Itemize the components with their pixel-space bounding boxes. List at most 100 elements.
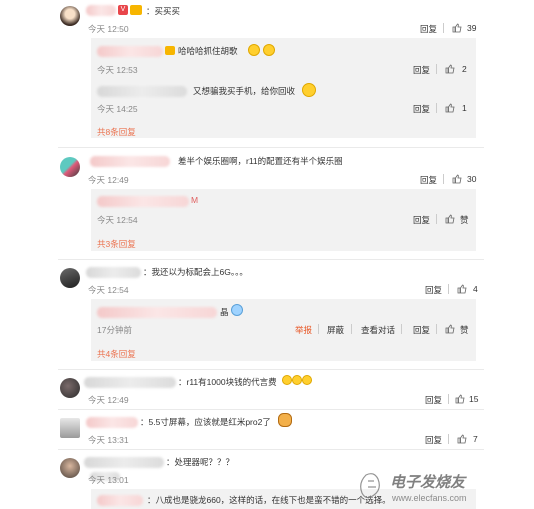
avatar[interactable]: [60, 268, 80, 288]
more-replies-link[interactable]: 共8条回复: [97, 126, 136, 138]
like-count: 39: [467, 23, 477, 33]
reply-button[interactable]: 回复: [413, 64, 430, 76]
comment-time: 今天 13:31: [88, 435, 129, 445]
username[interactable]: [86, 417, 138, 428]
like-count: 15: [469, 394, 479, 404]
watermark-title: 电子发烧友: [390, 474, 467, 491]
more-replies-link[interactable]: 共3条回复: [97, 238, 136, 250]
thumbs-up-icon[interactable]: [445, 214, 455, 224]
thumbs-up-icon[interactable]: [445, 324, 455, 334]
grin-emoji-icon: [282, 375, 292, 385]
reply-button[interactable]: 回复: [413, 103, 430, 115]
reply-button[interactable]: 回复: [413, 324, 430, 336]
report-button[interactable]: 举报: [295, 324, 312, 336]
comment-text: ：r11有1000块钱的代言费: [178, 377, 277, 387]
divider: [58, 369, 484, 370]
reply-text: M: [191, 195, 199, 205]
like-count: 4: [473, 284, 478, 294]
thumbs-up-icon[interactable]: [457, 434, 467, 444]
like-count: 2: [462, 64, 467, 74]
block-button[interactable]: 屏蔽: [327, 324, 344, 336]
comment-time: 今天 12:49: [88, 395, 129, 405]
username[interactable]: [97, 46, 163, 57]
username[interactable]: [84, 377, 176, 388]
comment-time: 今天 12:54: [88, 285, 129, 295]
reply-button[interactable]: 回复: [420, 174, 437, 186]
comment-time: 今天 12:50: [88, 24, 129, 34]
comment-text: ：5.5寸屏幕，应该就是红米pro2了: [140, 417, 271, 427]
divider: [436, 103, 437, 113]
reply-text: 晶: [220, 307, 229, 317]
username[interactable]: [86, 267, 141, 278]
username[interactable]: [97, 307, 217, 318]
divider: [436, 64, 437, 74]
thumbs-up-icon[interactable]: [445, 103, 455, 113]
like-count: 1: [462, 103, 467, 113]
reply-text: ：八成也是骁龙660，这样的话，在线下也是蛮不错的一个选择。: [147, 495, 391, 505]
sweat-emoji-icon: [231, 304, 243, 316]
divider: [58, 147, 484, 148]
divider: [58, 409, 484, 410]
grin-emoji-icon: [302, 375, 312, 385]
smile-emoji-icon: [302, 83, 316, 97]
vip-badge-icon: V: [118, 5, 128, 15]
dog-emoji-icon: [278, 413, 292, 427]
like-count: 30: [467, 174, 477, 184]
reply-time: 17分钟前: [97, 325, 132, 335]
view-conversation-button[interactable]: 查看对话: [361, 324, 395, 336]
thumbs-up-icon[interactable]: [445, 64, 455, 74]
more-replies-link[interactable]: 共4条回复: [97, 348, 136, 360]
watermark-url: www.elecfans.com: [391, 493, 467, 503]
divider: [318, 324, 319, 334]
username[interactable]: [86, 5, 116, 16]
avatar[interactable]: [60, 418, 80, 438]
divider: [58, 449, 484, 450]
divider: [448, 434, 449, 444]
thumbs-up-icon[interactable]: [452, 174, 462, 184]
reply-button[interactable]: 回复: [425, 284, 442, 296]
reply-button[interactable]: 回复: [420, 23, 437, 35]
username[interactable]: [97, 495, 143, 506]
username[interactable]: [84, 457, 164, 468]
reply-text: 又想骗我买手机，给你回收: [193, 86, 296, 96]
laughing-emoji-icon: [248, 44, 260, 56]
comment-time: 今天 12:49: [88, 175, 129, 185]
avatar[interactable]: [60, 157, 80, 177]
divider: [448, 394, 449, 404]
divider: [443, 174, 444, 184]
username[interactable]: [97, 196, 189, 207]
reply-text: 哈哈哈抓住胡歌: [178, 46, 238, 56]
reply-time: 今天 14:25: [97, 104, 138, 114]
thumbs-up-icon[interactable]: [455, 394, 465, 404]
divider: [58, 259, 484, 260]
comment-text: ：处理器呢？？？: [166, 457, 235, 467]
username[interactable]: [97, 86, 187, 97]
divider: [443, 23, 444, 33]
reply-button[interactable]: 回复: [425, 394, 442, 406]
thumbs-up-icon[interactable]: [457, 284, 467, 294]
avatar[interactable]: [60, 6, 80, 26]
crown-icon: [130, 5, 142, 15]
laughing-emoji-icon: [263, 44, 275, 56]
grin-emoji-icon: [292, 375, 302, 385]
reply-time: 今天 12:53: [97, 65, 138, 75]
like-label: 赞: [460, 215, 469, 225]
username[interactable]: [90, 156, 170, 167]
avatar[interactable]: [60, 458, 80, 478]
divider: [401, 324, 402, 334]
comment-text: ：我还以为标配会上6G。。。: [143, 267, 248, 277]
divider: [436, 214, 437, 224]
crown-icon: [165, 46, 175, 55]
avatar[interactable]: [60, 378, 80, 398]
comment-time: 今天 13:01: [88, 475, 129, 485]
comment-text: 差半个娱乐圈啊，r11的配置还有半个娱乐圈: [178, 156, 343, 166]
reply-button[interactable]: 回复: [413, 214, 430, 226]
like-label: 赞: [460, 325, 469, 335]
thumbs-up-icon[interactable]: [452, 23, 462, 33]
reply-time: 今天 12:54: [97, 215, 138, 225]
divider: [436, 324, 437, 334]
watermark-logo: 电子发烧友 www.elecfans.com: [360, 473, 467, 503]
divider: [448, 284, 449, 294]
like-count: 7: [473, 434, 478, 444]
reply-button[interactable]: 回复: [425, 434, 442, 446]
